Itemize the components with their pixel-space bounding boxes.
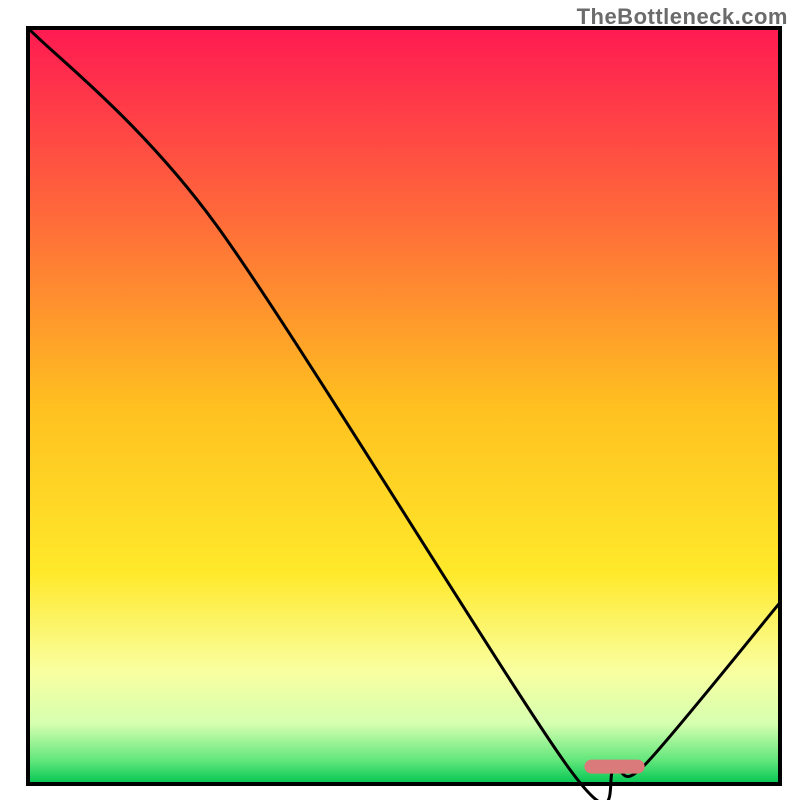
plot-background: [28, 28, 780, 784]
chart-frame: TheBottleneck.com: [0, 0, 800, 800]
watermark-label: TheBottleneck.com: [577, 4, 788, 30]
bottleneck-chart: [0, 0, 800, 800]
optimal-zone-marker: [584, 760, 644, 774]
